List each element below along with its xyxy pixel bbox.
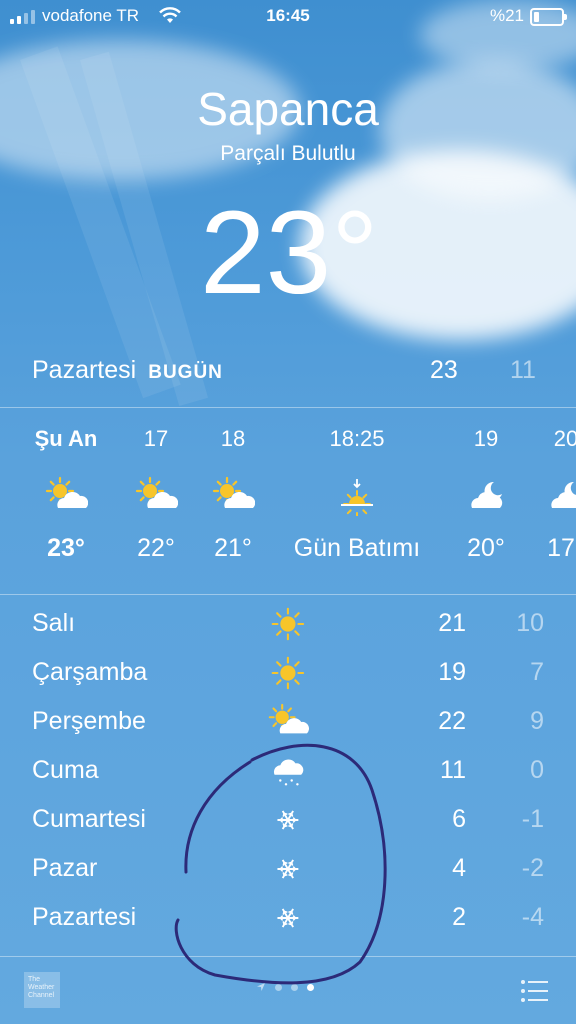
day-icon <box>266 652 310 694</box>
day-low: -1 <box>521 805 544 833</box>
hour-temperature: 17° <box>547 534 576 562</box>
day-low: 10 <box>516 609 544 637</box>
daily-row: Cumartesi 6 -1 <box>0 797 576 846</box>
today-high: 23 <box>430 356 458 384</box>
divider <box>0 407 576 408</box>
day-high: 21 <box>438 609 466 637</box>
hour-icon <box>188 476 278 524</box>
page-dots[interactable] <box>256 982 314 992</box>
day-low: -4 <box>521 903 544 931</box>
hourly-item: Şu An 23° <box>21 426 111 563</box>
hour-temperature: Gün Batımı <box>293 534 421 562</box>
day-name: Pazar <box>32 854 98 882</box>
day-high: 11 <box>440 756 466 784</box>
day-name: Cumartesi <box>32 805 146 833</box>
day-icon <box>266 750 310 792</box>
day-low: -2 <box>521 854 544 882</box>
day-high: 22 <box>438 707 466 735</box>
hour-temperature: 21° <box>214 534 252 562</box>
partly-cloudy-night-icon <box>471 481 503 508</box>
page-dot[interactable] <box>275 983 282 991</box>
day-icon <box>266 897 310 939</box>
daily-row: Pazartesi 2 -4 <box>0 895 576 944</box>
day-high: 2 <box>452 903 466 931</box>
day-name: Salı <box>32 609 76 637</box>
city-name: Sapanca <box>197 83 379 135</box>
today-low: 11 <box>510 356 536 384</box>
snowflake-icon <box>277 810 299 830</box>
hour-temperature: 23° <box>47 534 85 562</box>
hourly-item: 19 20° <box>441 426 531 563</box>
partly-cloudy-icon <box>212 476 255 508</box>
day-icon <box>266 848 310 890</box>
daily-row: Perşembe 22 9 <box>0 699 576 748</box>
partly-cloudy-night-icon <box>551 481 576 508</box>
day-name: Perşembe <box>32 707 146 735</box>
current-temperature: 23° <box>200 187 379 319</box>
hourly-item: 18:25 Gün Batımı <box>272 426 442 563</box>
page-dot[interactable] <box>291 983 298 991</box>
divider <box>0 956 576 957</box>
hour-icon <box>272 476 442 524</box>
daily-row: Pazar 4 -2 <box>0 846 576 895</box>
day-low: 0 <box>530 756 544 784</box>
hour-icon <box>521 476 576 524</box>
divider <box>0 594 576 595</box>
day-icon <box>266 603 310 645</box>
sun-icon <box>271 656 305 690</box>
day-name: Pazartesi <box>32 903 137 931</box>
list-icon[interactable] <box>520 978 550 1004</box>
day-low: 7 <box>530 658 544 686</box>
hour-label: 18:25 <box>329 426 385 451</box>
day-icon <box>266 799 310 841</box>
condition-text: Parçalı Bulutlu <box>220 142 356 165</box>
partly-cloudy-icon <box>45 476 88 508</box>
location-arrow-icon <box>257 983 265 991</box>
daily-row: Cuma 11 0 <box>0 748 576 797</box>
day-high: 6 <box>452 805 466 833</box>
hour-label: Şu An <box>34 426 98 451</box>
day-name: Cuma <box>32 756 99 784</box>
day-icon <box>266 701 310 743</box>
hour-label: 18 <box>220 426 246 451</box>
sleet-icon <box>274 759 304 786</box>
hour-temperature: 20° <box>467 534 505 562</box>
today-tag: BUGÜN <box>148 362 223 383</box>
sun-icon <box>271 607 305 641</box>
day-name: Çarşamba <box>32 658 148 686</box>
day-high: 4 <box>452 854 466 882</box>
hourly-item: 20 17° <box>521 426 576 563</box>
weather-screen: vodafone TR 16:45 %21 Sapanca Parçalı Bu… <box>0 0 576 1024</box>
day-high: 19 <box>438 658 466 686</box>
status-bar: vodafone TR 16:45 %21 <box>0 0 576 32</box>
today-day: Pazartesi <box>32 356 137 384</box>
partly-cloudy-icon <box>268 703 309 734</box>
today-row: Pazartesi BUGÜN <box>32 356 223 385</box>
sunset-icon <box>341 479 373 516</box>
hourly-item: 18 21° <box>188 426 278 563</box>
daily-row: Salı 21 10 <box>0 601 576 650</box>
battery-icon <box>530 8 567 26</box>
hour-icon <box>21 476 111 524</box>
snowflake-icon <box>277 859 299 879</box>
weather-channel-logo[interactable]: The Weather Channel <box>24 972 60 1008</box>
page-dot-active[interactable] <box>307 983 314 991</box>
battery-percent: %21 <box>489 6 524 25</box>
hour-label: 19 <box>473 426 499 451</box>
day-low: 9 <box>530 707 544 735</box>
daily-row: Çarşamba 19 7 <box>0 650 576 699</box>
snowflake-icon <box>277 908 299 928</box>
partly-cloudy-icon <box>135 476 178 508</box>
hour-label: 20 <box>553 426 576 451</box>
hour-icon <box>441 476 531 524</box>
